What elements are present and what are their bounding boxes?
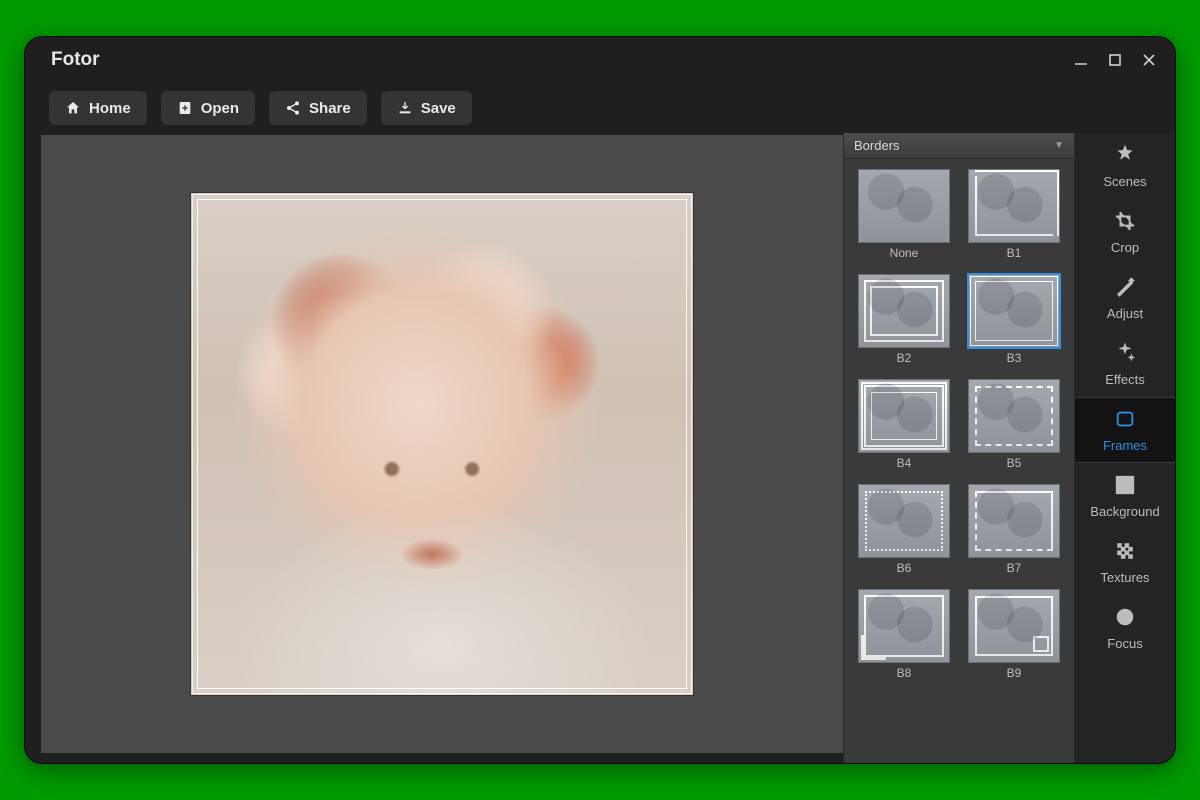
rail-label: Textures bbox=[1100, 571, 1149, 584]
rail-background[interactable]: Background bbox=[1075, 463, 1175, 529]
window-controls bbox=[1073, 52, 1157, 68]
border-thumb-b5[interactable]: B5 bbox=[968, 379, 1060, 470]
border-thumb-none[interactable]: None bbox=[858, 169, 950, 260]
share-icon bbox=[285, 100, 301, 116]
app-title: Fotor bbox=[51, 49, 100, 71]
border-preview bbox=[858, 274, 950, 348]
adjust-icon bbox=[1114, 276, 1136, 301]
rail-label: Background bbox=[1090, 505, 1159, 518]
rail-focus[interactable]: Focus bbox=[1075, 595, 1175, 661]
app-window: Fotor Home Open Share Save bbox=[24, 36, 1176, 764]
border-preview bbox=[858, 169, 950, 243]
titlebar: Fotor bbox=[25, 37, 1175, 83]
border-thumb-b8[interactable]: B8 bbox=[858, 589, 950, 680]
rail-effects[interactable]: Effects bbox=[1075, 331, 1175, 397]
effects-icon bbox=[1114, 342, 1136, 367]
border-thumb-b9[interactable]: B9 bbox=[968, 589, 1060, 680]
rail-label: Effects bbox=[1105, 373, 1145, 386]
collapse-icon: ▼ bbox=[1054, 140, 1064, 151]
textures-icon bbox=[1114, 540, 1136, 565]
border-label: B3 bbox=[968, 351, 1060, 365]
save-label: Save bbox=[421, 100, 456, 117]
border-preview bbox=[968, 274, 1060, 348]
home-button[interactable]: Home bbox=[49, 91, 147, 125]
border-preview bbox=[858, 589, 950, 663]
border-label: B8 bbox=[858, 666, 950, 680]
rail-label: Crop bbox=[1111, 241, 1139, 254]
border-label: B5 bbox=[968, 456, 1060, 470]
close-icon[interactable] bbox=[1141, 52, 1157, 68]
border-thumb-b7[interactable]: B7 bbox=[968, 484, 1060, 575]
border-label: B2 bbox=[858, 351, 950, 365]
border-label: B1 bbox=[968, 246, 1060, 260]
workspace: Borders ▼ None B1 B2 B3 B4 B5 B6 B7 B8 B9 Scenes C… bbox=[25, 133, 1175, 763]
open-button[interactable]: Open bbox=[161, 91, 255, 125]
border-thumb-b3[interactable]: B3 bbox=[968, 274, 1060, 365]
canvas-area[interactable] bbox=[41, 135, 843, 753]
rail-label: Frames bbox=[1103, 439, 1147, 452]
panel-title: Borders bbox=[854, 138, 900, 153]
open-label: Open bbox=[201, 100, 239, 117]
borders-panel: Borders ▼ None B1 B2 B3 B4 B5 B6 B7 B8 B9 bbox=[843, 133, 1075, 763]
canvas-image[interactable] bbox=[191, 193, 693, 695]
focus-icon bbox=[1114, 606, 1136, 631]
plus-file-icon bbox=[177, 100, 193, 116]
home-icon bbox=[65, 100, 81, 116]
crop-icon bbox=[1114, 210, 1136, 235]
rail-label: Focus bbox=[1107, 637, 1142, 650]
border-thumb-b6[interactable]: B6 bbox=[858, 484, 950, 575]
tool-rail: Scenes Crop Adjust Effects Frames Background T… bbox=[1075, 133, 1175, 763]
border-preview bbox=[968, 379, 1060, 453]
border-label: B4 bbox=[858, 456, 950, 470]
rail-scenes[interactable]: Scenes bbox=[1075, 133, 1175, 199]
home-label: Home bbox=[89, 100, 131, 117]
rail-adjust[interactable]: Adjust bbox=[1075, 265, 1175, 331]
minimize-icon[interactable] bbox=[1073, 52, 1089, 68]
border-label: B7 bbox=[968, 561, 1060, 575]
border-preview bbox=[968, 589, 1060, 663]
background-icon bbox=[1114, 474, 1136, 499]
border-thumb-b4[interactable]: B4 bbox=[858, 379, 950, 470]
borders-grid: None B1 B2 B3 B4 B5 B6 B7 B8 B9 bbox=[858, 169, 1068, 680]
borders-scroll[interactable]: None B1 B2 B3 B4 B5 B6 B7 B8 B9 bbox=[844, 159, 1074, 763]
border-preview bbox=[968, 169, 1060, 243]
save-button[interactable]: Save bbox=[381, 91, 472, 125]
border-preview bbox=[858, 484, 950, 558]
border-label: B9 bbox=[968, 666, 1060, 680]
rail-frames[interactable]: Frames bbox=[1075, 397, 1175, 463]
rail-crop[interactable]: Crop bbox=[1075, 199, 1175, 265]
border-preview bbox=[968, 484, 1060, 558]
scenes-icon bbox=[1114, 144, 1136, 169]
border-label: None bbox=[858, 246, 950, 260]
share-button[interactable]: Share bbox=[269, 91, 367, 125]
border-preview bbox=[858, 379, 950, 453]
border-thumb-b2[interactable]: B2 bbox=[858, 274, 950, 365]
share-label: Share bbox=[309, 100, 351, 117]
rail-textures[interactable]: Textures bbox=[1075, 529, 1175, 595]
applied-frame-overlay bbox=[197, 199, 687, 689]
frames-icon bbox=[1114, 408, 1136, 433]
rail-label: Scenes bbox=[1103, 175, 1146, 188]
border-thumb-b1[interactable]: B1 bbox=[968, 169, 1060, 260]
panel-header[interactable]: Borders ▼ bbox=[844, 133, 1074, 159]
maximize-icon[interactable] bbox=[1107, 52, 1123, 68]
toolbar: Home Open Share Save bbox=[25, 83, 1175, 133]
border-label: B6 bbox=[858, 561, 950, 575]
rail-label: Adjust bbox=[1107, 307, 1143, 320]
download-icon bbox=[397, 100, 413, 116]
